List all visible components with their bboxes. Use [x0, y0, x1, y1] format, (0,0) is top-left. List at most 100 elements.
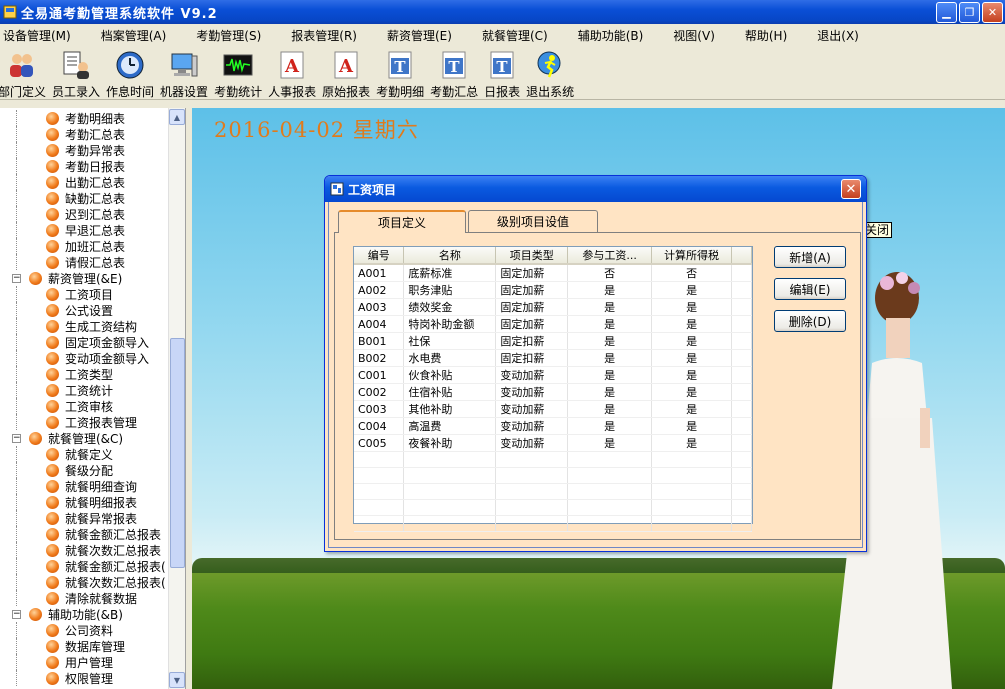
- tree-item[interactable]: 用户管理: [0, 654, 168, 670]
- tree-item[interactable]: 数据库管理: [0, 638, 168, 654]
- tree-item[interactable]: 权限管理: [0, 670, 168, 686]
- tree-item[interactable]: 就餐金额汇总报表: [0, 526, 168, 542]
- orange-ball-icon: [46, 335, 59, 349]
- column-header[interactable]: 编号: [354, 247, 405, 265]
- dialog-close-button[interactable]: ✕: [841, 179, 861, 199]
- tree-group[interactable]: − 就餐管理(&C): [0, 430, 168, 446]
- tree-item[interactable]: 工资项目: [0, 286, 168, 302]
- tree-item[interactable]: 就餐异常报表: [0, 510, 168, 526]
- table-cell: 是: [567, 366, 653, 384]
- column-header[interactable]: 名称: [403, 247, 497, 265]
- menu-salary[interactable]: 薪资管理(E): [365, 27, 460, 44]
- table-row[interactable]: C003 其他补助 变动加薪是是: [354, 400, 752, 418]
- tree-group[interactable]: − 薪资管理(&E): [0, 270, 168, 286]
- menu-archive[interactable]: 档案管理(A): [79, 27, 175, 44]
- menu-help[interactable]: 帮助(H): [723, 27, 795, 44]
- tree-item[interactable]: 餐级分配: [0, 462, 168, 478]
- tree-item[interactable]: 工资报表管理: [0, 414, 168, 430]
- menu-view[interactable]: 视图(V): [651, 27, 723, 44]
- collapse-icon[interactable]: −: [12, 273, 21, 283]
- tool-hr-report[interactable]: A 人事报表: [268, 46, 316, 100]
- minimize-button[interactable]: ▁: [936, 1, 957, 23]
- restore-button[interactable]: ❐: [959, 1, 980, 23]
- salary-items-table[interactable]: 编号 名称 项目类型 参与工资... 计算所得税 A001 底薪标准 固定加薪否否 A…: [353, 246, 753, 532]
- table-row[interactable]: A002 职务津贴 固定加薪是是: [354, 281, 752, 299]
- orange-ball-icon: [29, 431, 42, 445]
- add-button[interactable]: 新增(A): [774, 246, 846, 268]
- table-row[interactable]: A004 特岗补助金额 固定加薪是是: [354, 315, 752, 333]
- dialog-title-bar[interactable]: 工资项目: [325, 176, 866, 202]
- tree-connector: [16, 238, 17, 254]
- delete-button[interactable]: 删除(D): [774, 310, 846, 332]
- table-cell: 其他补助: [403, 400, 497, 418]
- tree-item[interactable]: 出勤汇总表: [0, 174, 168, 190]
- orange-ball-icon: [46, 575, 59, 589]
- tree-item[interactable]: 就餐明细查询: [0, 478, 168, 494]
- table-row[interactable]: B002 水电费 固定扣薪是是: [354, 349, 752, 367]
- tree-item[interactable]: 变动项金额导入: [0, 350, 168, 366]
- menu-reports[interactable]: 报表管理(R): [269, 27, 365, 44]
- menu-attendance[interactable]: 考勤管理(S): [174, 27, 269, 44]
- tool-schedule[interactable]: 作息时间: [106, 46, 154, 100]
- tree-item[interactable]: 考勤明细表: [0, 110, 168, 126]
- tree-item[interactable]: 公式设置: [0, 302, 168, 318]
- scroll-up-button[interactable]: ▲: [169, 109, 185, 125]
- menu-auxiliary[interactable]: 辅助功能(B): [556, 27, 652, 44]
- table-row[interactable]: B001 社保 固定扣薪是是: [354, 332, 752, 350]
- tree-item[interactable]: 加班汇总表: [0, 238, 168, 254]
- tree-item[interactable]: 迟到汇总表: [0, 206, 168, 222]
- tree-item[interactable]: 工资类型: [0, 366, 168, 382]
- tree-item[interactable]: 工资统计: [0, 382, 168, 398]
- table-row[interactable]: C005 夜餐补助 变动加薪是是: [354, 434, 752, 452]
- tool-machine[interactable]: 机器设置: [160, 46, 208, 100]
- collapse-icon[interactable]: −: [12, 433, 21, 443]
- column-header[interactable]: 项目类型: [495, 247, 569, 265]
- tool-statistics[interactable]: 考勤统计: [214, 46, 262, 100]
- scroll-thumb[interactable]: [170, 338, 185, 568]
- orange-ball-icon: [46, 543, 59, 557]
- tree-item[interactable]: 考勤日报表: [0, 158, 168, 174]
- column-header[interactable]: 计算所得税: [651, 247, 733, 265]
- tree-item[interactable]: 就餐次数汇总报表(: [0, 574, 168, 590]
- tree-item[interactable]: 早退汇总表: [0, 222, 168, 238]
- tree-scrollbar[interactable]: ▲ ▼: [168, 108, 185, 689]
- tree-group[interactable]: − 辅助功能(&B): [0, 606, 168, 622]
- tree-item[interactable]: 工资审核: [0, 398, 168, 414]
- tree-item[interactable]: 考勤异常表: [0, 142, 168, 158]
- table-row[interactable]: A001 底薪标准 固定加薪否否: [354, 264, 752, 282]
- tool-exit[interactable]: 退出系统: [526, 46, 574, 100]
- table-row[interactable]: C004 高温费 变动加薪是是: [354, 417, 752, 435]
- tool-department[interactable]: 部门定义: [0, 46, 46, 100]
- menu-exit[interactable]: 退出(X): [795, 27, 867, 44]
- tool-detail[interactable]: T 考勤明细: [376, 46, 424, 100]
- tab-level-values[interactable]: 级别项目设值: [468, 210, 598, 232]
- collapse-icon[interactable]: −: [12, 609, 21, 619]
- menu-device[interactable]: 设备管理(M): [0, 27, 79, 44]
- tree-item[interactable]: 固定项金额导入: [0, 334, 168, 350]
- tree-item[interactable]: 缺勤汇总表: [0, 190, 168, 206]
- table-row[interactable]: C001 伙食补贴 变动加薪是是: [354, 366, 752, 384]
- tool-employee[interactable]: 员工录入: [52, 46, 100, 100]
- tool-daily[interactable]: T 日报表: [484, 46, 520, 100]
- orange-ball-icon: [46, 191, 59, 205]
- tool-raw-report[interactable]: A 原始报表: [322, 46, 370, 100]
- close-window-button[interactable]: ✕: [982, 1, 1003, 23]
- table-row[interactable]: C002 住宿补贴 变动加薪是是: [354, 383, 752, 401]
- column-header[interactable]: 参与工资...: [567, 247, 653, 265]
- edit-button[interactable]: 编辑(E): [774, 278, 846, 300]
- tree-item[interactable]: 请假汇总表: [0, 254, 168, 270]
- tool-summary[interactable]: T 考勤汇总: [430, 46, 478, 100]
- scroll-down-button[interactable]: ▼: [169, 672, 185, 688]
- tree-item[interactable]: 考勤汇总表: [0, 126, 168, 142]
- tab-item-definition[interactable]: 项目定义: [338, 210, 466, 233]
- tree-item[interactable]: 就餐次数汇总报表: [0, 542, 168, 558]
- table-row[interactable]: A003 绩效奖金 固定加薪是是: [354, 298, 752, 316]
- tree-item[interactable]: 就餐明细报表: [0, 494, 168, 510]
- tree-item[interactable]: 生成工资结构: [0, 318, 168, 334]
- tree-item[interactable]: 清除就餐数据: [0, 590, 168, 606]
- tree-item[interactable]: 就餐金额汇总报表(: [0, 558, 168, 574]
- menu-dining[interactable]: 就餐管理(C): [460, 27, 556, 44]
- tree-item[interactable]: 公司资料: [0, 622, 168, 638]
- tree-item[interactable]: 就餐定义: [0, 446, 168, 462]
- orange-ball-icon: [46, 239, 59, 253]
